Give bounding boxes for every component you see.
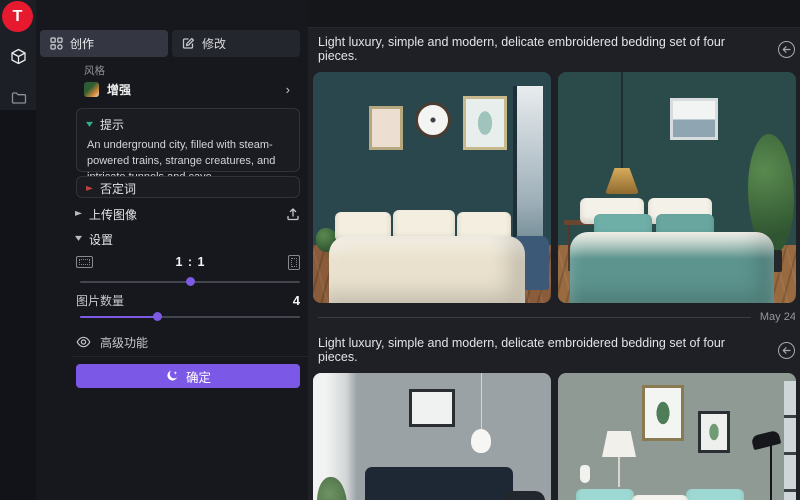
chevron-down-icon: ▾ — [86, 120, 93, 130]
prompt-title: 提示 — [100, 116, 124, 133]
moon-sparkle-icon — [165, 369, 179, 383]
style-selector[interactable]: 增强 › — [76, 76, 300, 102]
chevron-right-icon: ▸ — [86, 184, 93, 194]
assets-nav-item[interactable] — [10, 89, 27, 106]
settings-header[interactable]: ▾ 设置 — [76, 230, 300, 248]
left-rail: T — [0, 0, 36, 500]
bedroom-photo-white-navy — [313, 373, 551, 500]
date-label: May 24, — [760, 311, 795, 323]
slider-handle[interactable] — [186, 277, 195, 286]
image-count-label: 图片数量 — [76, 292, 124, 309]
upload-icon[interactable] — [286, 207, 300, 221]
aspect-ratio-value: 1 : 1 — [101, 255, 280, 269]
style-value: 增强 — [107, 81, 278, 98]
bedroom-photo-teal — [558, 72, 796, 303]
arrow-left-circle-icon — [782, 346, 791, 355]
folder-icon — [11, 91, 27, 105]
edit-icon — [182, 37, 195, 50]
app-logo[interactable]: T — [2, 1, 33, 32]
tab-create-label: 创作 — [70, 35, 94, 52]
eye-icon — [76, 336, 91, 348]
main-topbar — [308, 0, 800, 28]
tab-modify-label: 修改 — [202, 35, 226, 52]
generated-image[interactable] — [313, 72, 551, 303]
result-prompt-text: Light luxury, simple and modern, delicat… — [318, 336, 766, 364]
results-feed[interactable]: Light luxury, simple and modern, delicat… — [308, 28, 800, 500]
advanced-features-row[interactable]: 高级功能 — [76, 333, 300, 351]
image-count-value: 4 — [293, 293, 300, 308]
negative-title: 否定词 — [100, 180, 136, 197]
style-thumbnail — [84, 82, 99, 97]
arrow-left-circle-icon — [782, 45, 791, 54]
panel-divider — [72, 356, 308, 357]
tab-modify[interactable]: 修改 — [172, 30, 300, 57]
slider-fill — [80, 316, 157, 318]
bedroom-photo-aqua — [558, 373, 796, 500]
cube-icon — [10, 48, 27, 65]
aspect-ratio-slider[interactable] — [80, 277, 300, 286]
reuse-prompt-button[interactable] — [778, 342, 795, 359]
advanced-features-label: 高级功能 — [100, 334, 148, 351]
mode-tabs: 创作 修改 — [40, 30, 300, 57]
control-panel: 创作 修改 风格 增强 › ▾ 提示 An underground city, … — [36, 0, 308, 500]
landscape-ratio-icon[interactable] — [76, 256, 93, 268]
prompt-section[interactable]: ▾ 提示 An underground city, filled with st… — [76, 108, 300, 172]
result-prompt-row: Light luxury, simple and modern, delicat… — [313, 34, 795, 64]
chevron-right-icon: › — [286, 83, 290, 96]
negative-section[interactable]: ▸ 否定词 — [76, 176, 300, 198]
confirm-button[interactable]: 确定 — [76, 364, 300, 388]
chevron-down-icon: ▾ — [75, 234, 82, 244]
result-image-row — [313, 373, 795, 500]
generated-image[interactable] — [558, 373, 796, 500]
result-prompt-text: Light luxury, simple and modern, delicat… — [318, 35, 766, 63]
generated-image[interactable] — [558, 72, 796, 303]
grid-icon — [50, 37, 63, 50]
generated-image[interactable] — [313, 373, 551, 500]
upload-image-row[interactable]: ▸ 上传图像 — [76, 204, 300, 224]
result-image-row — [313, 72, 795, 303]
generate-nav-item[interactable] — [10, 48, 27, 65]
reuse-prompt-button[interactable] — [778, 41, 795, 58]
tab-create[interactable]: 创作 — [40, 30, 168, 57]
aspect-ratio-row: 1 : 1 — [76, 252, 300, 272]
confirm-button-label: 确定 — [186, 367, 211, 386]
image-count-slider[interactable] — [80, 312, 300, 321]
slider-handle[interactable] — [153, 312, 162, 321]
divider-line — [318, 317, 751, 318]
upload-title: 上传图像 — [89, 206, 137, 223]
date-divider: May 24, — [313, 305, 795, 329]
settings-title: 设置 — [89, 231, 113, 248]
bedroom-photo-cream — [313, 72, 551, 303]
chevron-right-icon: ▸ — [75, 209, 82, 219]
result-prompt-row: Light luxury, simple and modern, delicat… — [313, 335, 795, 365]
portrait-ratio-icon[interactable] — [288, 255, 300, 270]
image-count-row: 图片数量 4 — [76, 292, 300, 308]
